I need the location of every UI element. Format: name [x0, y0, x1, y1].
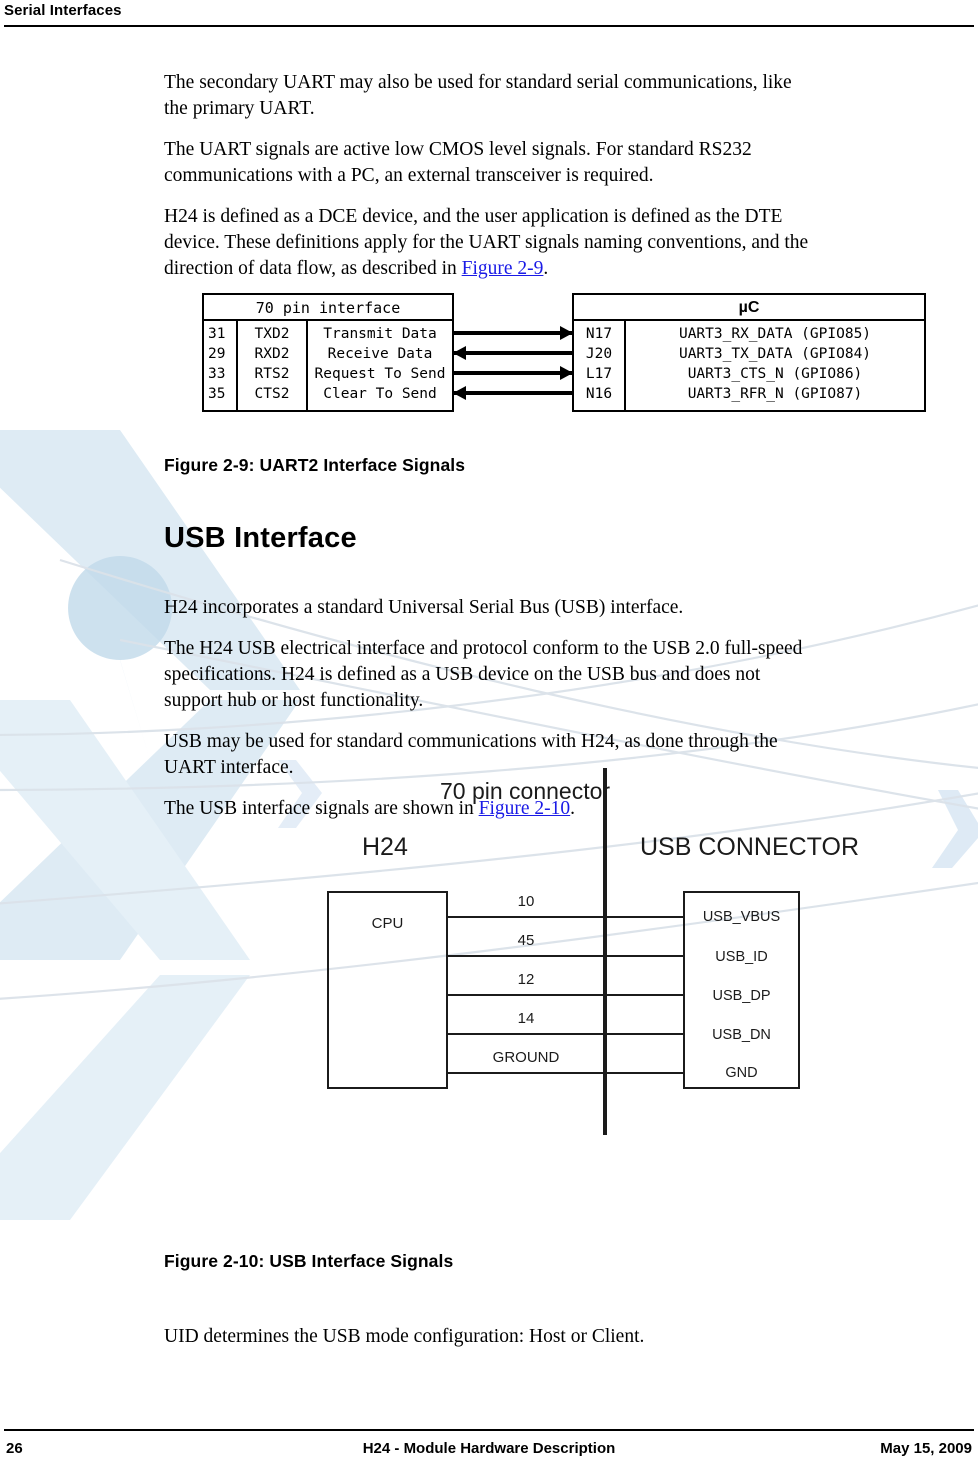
usb-pin-number-label: GROUND [492, 1049, 560, 1066]
usb-connector-signal-label: USB_DP [712, 988, 771, 1004]
uart-70pin-description-cell: Transmit Data [323, 326, 437, 342]
figure-2-10-usb-interface-diagram: 70 pin connector H24 USB CONNECTOR CPU U… [300, 765, 860, 1145]
page-header-title: Serial Interfaces [4, 2, 122, 19]
signal-arrow-right-icon [454, 362, 573, 382]
uart-70pin-column-pin: 31 29 33 35 [204, 321, 238, 410]
uart-70pin-pin-cell: 33 [208, 366, 226, 382]
uart-uc-signal-cell: UART3_RX_DATA (GPIO85) [678, 326, 872, 342]
uart-microcontroller-table-title: µC [574, 295, 924, 321]
uart-70pin-column-signal: TXD2 RXD2 RTS2 CTS2 [238, 321, 308, 410]
usb-connector-block: USB_VBUS USB_ID USB_DP USB_DN GND [683, 891, 800, 1089]
uart-uc-pin-cell: L17 [585, 366, 613, 382]
paragraph-secondary-uart: The secondary UART may also be used for … [164, 72, 792, 119]
uart-microcontroller-table: µC N17 J20 L17 N16 UART3_RX_DATA (GPIO85… [572, 293, 926, 412]
uart-70pin-description-cell: Receive Data [327, 346, 433, 362]
usb-70pin-connector-label: 70 pin connector [440, 778, 611, 804]
footer-document-title: H24 - Module Hardware Description [362, 1440, 616, 1457]
signal-arrow-left-icon [453, 342, 572, 362]
uart-uc-column-pin: N17 J20 L17 N16 [574, 321, 626, 410]
usb-signal-wire [447, 994, 684, 996]
page-footer: 26 H24 - Module Hardware Description May… [0, 1440, 978, 1468]
usb-cpu-block-label: CPU [371, 915, 404, 932]
usb-pin-number-label: 12 [517, 971, 535, 988]
usb-signal-wire [447, 1033, 684, 1035]
uart-uc-signal-cell: UART3_RFR_N (GPIO87) [687, 386, 863, 402]
paragraph-usb-electrical: The H24 USB electrical interface and pro… [164, 638, 803, 711]
uart-70pin-signal-cell: RTS2 [254, 366, 290, 382]
uart-uc-signal-cell: UART3_TX_DATA (GPIO84) [678, 346, 872, 362]
uart-70pin-description-cell: Clear To Send [323, 386, 437, 402]
uart-70pin-table-rows: 31 29 33 35 TXD2 RXD2 RTS2 CTS2 Transmit… [204, 321, 452, 410]
usb-connector-signal-label: USB_DN [712, 1027, 771, 1043]
uart-uc-column-signal: UART3_RX_DATA (GPIO85) UART3_TX_DATA (GP… [626, 321, 924, 410]
paragraph-dce-dte-period: . [543, 258, 549, 279]
usb-connector-boundary-line [603, 768, 607, 1135]
uart-uc-pin-cell: N17 [585, 326, 613, 342]
uart-70pin-table-title: 70 pin interface [204, 295, 452, 321]
uart-70pin-column-description: Transmit Data Receive Data Request To Se… [308, 321, 452, 410]
paragraph-uid-mode: UID determines the USB mode configuratio… [164, 1326, 645, 1347]
uart-70pin-signal-cell: RXD2 [254, 346, 290, 362]
signal-arrow-left-icon [453, 382, 572, 402]
watermark-teardrop [68, 556, 173, 760]
header-divider [4, 25, 974, 27]
paragraph-usb-standard: H24 incorporates a standard Universal Se… [164, 597, 684, 618]
uart-microcontroller-table-rows: N17 J20 L17 N16 UART3_RX_DATA (GPIO85) U… [574, 321, 924, 410]
usb-connector-signal-label: GND [725, 1065, 758, 1081]
section-heading-usb-interface: USB Interface [164, 522, 357, 554]
usb-connector-signal-label: USB_VBUS [702, 909, 781, 925]
usb-signal-wire [447, 1072, 684, 1074]
uart-70pin-description-cell: Request To Send [314, 366, 446, 382]
usb-connector-signal-label: USB_ID [715, 949, 768, 965]
uart-signal-direction-arrows [453, 319, 573, 408]
uart-70pin-interface-table: 70 pin interface 31 29 33 35 TXD2 RXD2 R… [202, 293, 454, 412]
signal-arrow-right-icon [454, 322, 573, 342]
usb-cpu-block: CPU [327, 891, 448, 1089]
uart-uc-pin-cell: J20 [585, 346, 613, 362]
document-body: The secondary UART may also be used for … [164, 70, 820, 1365]
paragraph-uart-signal-levels: The UART signals are active low CMOS lev… [164, 139, 752, 186]
uart-70pin-pin-cell: 29 [208, 346, 226, 362]
usb-connector-label: USB CONNECTOR [640, 833, 860, 861]
usb-signal-wire [447, 955, 684, 957]
watermark-chevron-small-right [932, 790, 978, 868]
uart-uc-signal-cell: UART3_CTS_N (GPIO86) [687, 366, 863, 382]
usb-signal-wire [447, 916, 684, 918]
usb-pin-number-label: 10 [517, 893, 535, 910]
paragraph-dce-dte: H24 is defined as a DCE device, and the … [164, 204, 820, 282]
figure-2-10-caption: Figure 2-10: USB Interface Signals [164, 1251, 454, 1271]
uart-70pin-pin-cell: 35 [208, 386, 226, 402]
uart-70pin-signal-cell: CTS2 [254, 386, 290, 402]
cross-reference-figure-2-9[interactable]: Figure 2-9 [462, 258, 544, 279]
uart-70pin-signal-cell: TXD2 [254, 326, 290, 342]
uart-uc-pin-cell: N16 [585, 386, 613, 402]
footer-date: May 15, 2009 [880, 1440, 972, 1457]
uart-70pin-pin-cell: 31 [208, 326, 226, 342]
figure-2-9-uart-interface-diagram: 70 pin interface 31 29 33 35 TXD2 RXD2 R… [202, 293, 926, 412]
usb-pin-number-label: 45 [517, 932, 535, 949]
usb-pin-number-label: 14 [517, 1010, 535, 1027]
usb-h24-label: H24 [362, 833, 408, 861]
figure-2-9-caption: Figure 2-9: UART2 Interface Signals [164, 455, 466, 475]
footer-divider [4, 1429, 974, 1431]
